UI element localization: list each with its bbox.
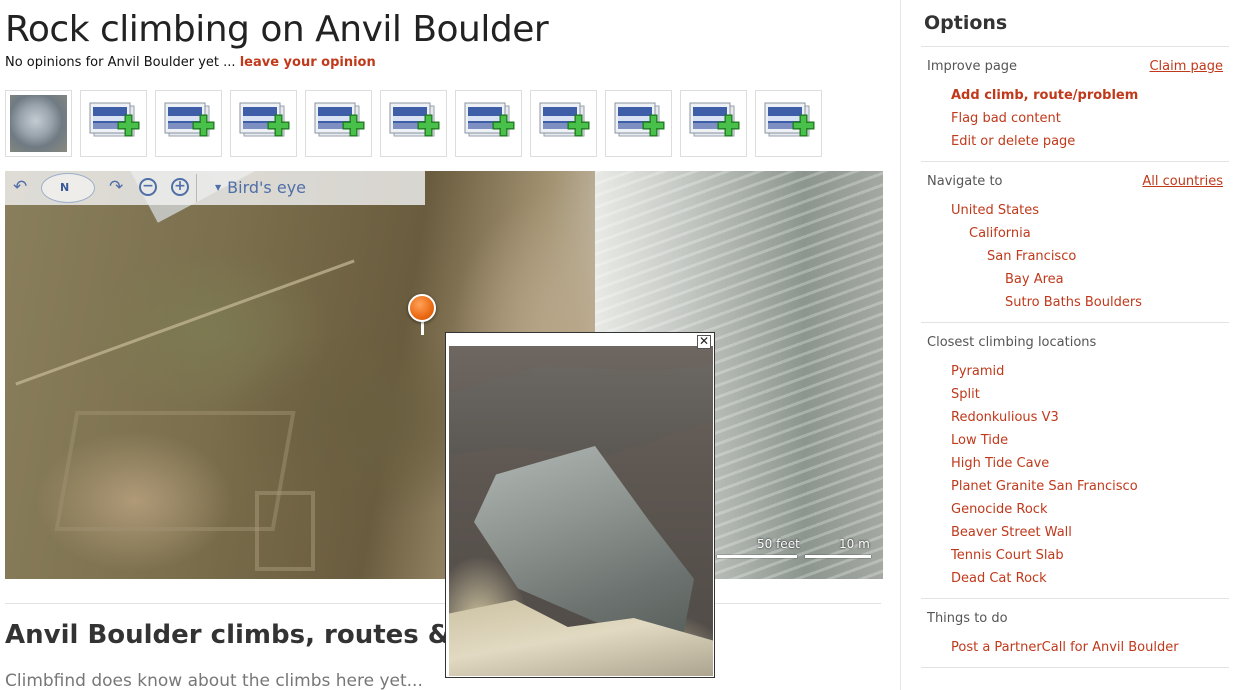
- location-pin-icon[interactable]: [408, 294, 436, 322]
- nav-link-sutro-baths[interactable]: Sutro Baths Boulders: [1005, 295, 1142, 310]
- add-image-button[interactable]: [680, 90, 747, 157]
- add-image-button[interactable]: [755, 90, 822, 157]
- location-link[interactable]: Redonkulious V3: [951, 410, 1059, 425]
- location-link[interactable]: Beaver Street Wall: [951, 525, 1072, 540]
- page-title: Rock climbing on Anvil Boulder: [5, 9, 549, 50]
- add-climb-link[interactable]: Add climb, route/problem: [951, 88, 1138, 103]
- options-sidebar: Options Improve page Claim page Add clim…: [900, 0, 1245, 690]
- improve-page-heading: Improve page: [927, 59, 1018, 74]
- sidebar-divider: [921, 598, 1229, 599]
- location-link[interactable]: Tennis Court Slab: [951, 548, 1064, 563]
- add-image-icon: [89, 102, 140, 137]
- leave-opinion-link[interactable]: leave your opinion: [240, 55, 376, 70]
- add-image-icon: [314, 102, 365, 137]
- sidebar-divider: [921, 46, 1229, 47]
- nav-link-united-states[interactable]: United States: [951, 203, 1039, 218]
- claim-page-link[interactable]: Claim page: [1149, 59, 1223, 74]
- location-link[interactable]: Split: [951, 387, 980, 402]
- add-image-icon: [389, 102, 440, 137]
- add-image-button[interactable]: [305, 90, 372, 157]
- boulder-photo-thumbnail[interactable]: [5, 90, 72, 157]
- scale-bar-meters: [805, 555, 871, 558]
- map-terrain: [15, 259, 355, 386]
- flag-bad-content-link[interactable]: Flag bad content: [951, 111, 1061, 126]
- location-link[interactable]: Low Tide: [951, 433, 1008, 448]
- zoom-in-icon[interactable]: +: [171, 178, 189, 196]
- add-image-icon: [164, 102, 215, 137]
- opinions-text: No opinions for Anvil Boulder yet ...: [5, 55, 236, 70]
- aerial-map[interactable]: ↶ N ↷ − + ▼ Bird's eye 50 feet 10 m: [5, 171, 883, 579]
- add-image-button[interactable]: [80, 90, 147, 157]
- add-image-icon: [539, 102, 590, 137]
- add-image-icon: [239, 102, 290, 137]
- control-separator: [196, 174, 197, 202]
- photo-popup: ✕: [445, 332, 715, 678]
- section-divider: [5, 603, 881, 604]
- nav-link-california[interactable]: California: [969, 226, 1031, 241]
- location-link[interactable]: Genocide Rock: [951, 502, 1047, 517]
- add-image-button[interactable]: [455, 90, 522, 157]
- zoom-out-icon[interactable]: −: [139, 178, 157, 196]
- map-view-label: Bird's eye: [227, 178, 307, 197]
- location-link[interactable]: Pyramid: [951, 364, 1004, 379]
- map-view-dropdown[interactable]: ▼ Bird's eye: [215, 178, 306, 197]
- map-pin-stem: [421, 321, 424, 335]
- all-countries-link[interactable]: All countries: [1142, 174, 1223, 189]
- add-image-button[interactable]: [155, 90, 222, 157]
- location-link[interactable]: Dead Cat Rock: [951, 571, 1047, 586]
- sidebar-title: Options: [924, 12, 1008, 34]
- scale-meters: 10 m: [839, 537, 870, 551]
- scale-feet: 50 feet: [757, 537, 800, 551]
- add-image-icon: [764, 102, 815, 137]
- location-link[interactable]: Planet Granite San Francisco: [951, 479, 1138, 494]
- location-link[interactable]: High Tide Cave: [951, 456, 1049, 471]
- add-image-icon: [689, 102, 740, 137]
- add-image-button[interactable]: [230, 90, 297, 157]
- climbs-notice: Climbfind does know about the climbs her…: [5, 671, 423, 690]
- post-partnercall-link[interactable]: Post a PartnerCall for Anvil Boulder: [951, 640, 1179, 655]
- boulder-photo: [449, 346, 713, 676]
- edit-delete-page-link[interactable]: Edit or delete page: [951, 134, 1075, 149]
- chevron-down-icon: ▼: [215, 183, 222, 192]
- opinions-line: No opinions for Anvil Boulder yet ... le…: [5, 55, 376, 70]
- closest-locations-heading: Closest climbing locations: [927, 335, 1097, 350]
- add-image-button[interactable]: [380, 90, 447, 157]
- close-icon[interactable]: ✕: [697, 335, 711, 349]
- add-image-icon: [614, 102, 665, 137]
- rotate-right-icon[interactable]: ↷: [109, 177, 123, 197]
- scale-bar-feet: [717, 555, 797, 558]
- things-to-do-heading: Things to do: [927, 611, 1008, 626]
- rotate-left-icon[interactable]: ↶: [13, 177, 27, 197]
- add-image-button[interactable]: [530, 90, 597, 157]
- sidebar-divider: [921, 161, 1229, 162]
- compass-control[interactable]: N: [41, 173, 95, 203]
- navigate-heading: Navigate to: [927, 174, 1003, 189]
- add-image-button[interactable]: [605, 90, 672, 157]
- map-terrain: [255, 491, 315, 571]
- add-image-icon: [464, 102, 515, 137]
- nav-link-bay-area[interactable]: Bay Area: [1005, 272, 1064, 287]
- nav-link-san-francisco[interactable]: San Francisco: [987, 249, 1076, 264]
- sidebar-divider: [921, 322, 1229, 323]
- sidebar-divider: [921, 667, 1229, 668]
- compass-label: N: [60, 181, 70, 194]
- map-controls: ↶ N ↷ − + ▼ Bird's eye: [5, 171, 425, 205]
